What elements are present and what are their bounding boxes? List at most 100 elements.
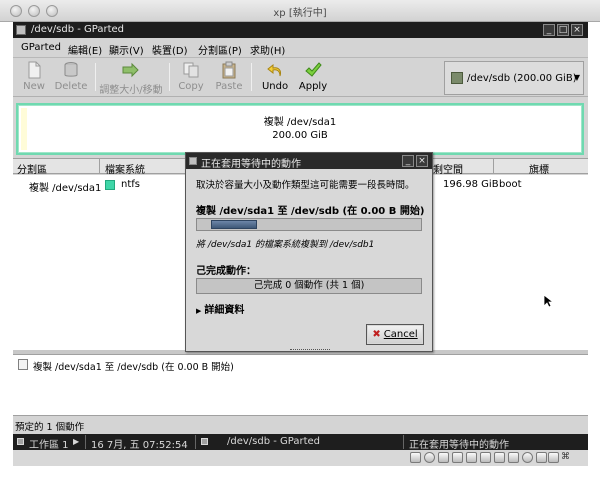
gparted-window-title: /dev/sdb - GParted <box>31 24 125 35</box>
paste-icon <box>222 61 236 79</box>
partition-graphic[interactable]: 複製 /dev/sda1 200.00 GiB <box>16 103 584 155</box>
new-button[interactable]: New <box>19 61 49 92</box>
paste-button[interactable]: Paste <box>213 61 245 92</box>
copy-icon <box>183 62 199 78</box>
undo-label: Undo <box>261 81 289 92</box>
display-icon[interactable] <box>494 452 505 463</box>
column-partition[interactable]: 分割區 <box>17 161 47 176</box>
operation-progress-bar <box>196 218 422 231</box>
menu-partition[interactable]: 分割區(P) <box>198 42 242 57</box>
menu-edit[interactable]: 編輯(E) <box>68 42 102 57</box>
video-capture-icon[interactable] <box>508 452 519 463</box>
harddisk-status-icon[interactable] <box>410 452 421 463</box>
dialog-title: 正在套用等待中的動作 <box>201 159 301 170</box>
maximize-icon[interactable]: □ <box>557 24 569 36</box>
details-label: 詳細資料 <box>204 305 245 316</box>
dialog-description: 取決於容量大小及動作類型這可能需要一段長時間。 <box>196 180 415 191</box>
minimize-icon[interactable]: _ <box>543 24 555 36</box>
unused-space: 196.98 GiB <box>443 179 499 190</box>
cpu-icon[interactable] <box>522 452 533 463</box>
cancel-label: Cancel <box>383 329 418 340</box>
keyboard-capture-icon[interactable] <box>548 452 559 463</box>
resize-move-label: 調整大小/移動 <box>99 85 163 96</box>
toolbar-separator <box>169 63 170 91</box>
progress-fill <box>211 220 257 229</box>
toolbar: New Delete 調整大小/移動 Copy Paste Undo Apply <box>13 59 588 97</box>
current-operation: 複製 /dev/sda1 至 /dev/sdb (在 0.00 B 開始) <box>196 206 425 217</box>
filesystem-color-swatch <box>105 180 115 190</box>
resize-move-icon <box>122 62 139 78</box>
host-window-titlebar: xp [執行中] <box>0 0 600 22</box>
menu-icon[interactable] <box>17 438 24 445</box>
copy-label: Copy <box>178 81 204 92</box>
list-item[interactable]: 複製 /dev/sda1 至 /dev/sdb (在 0.00 B 開始) <box>13 355 588 373</box>
new-document-icon <box>28 61 41 79</box>
dialog-minimize-icon[interactable]: _ <box>402 155 414 167</box>
sub-operation-text: 將 /dev/sda1 的檔案系統複製到 /dev/sdb1 <box>196 240 375 250</box>
status-bar: 預定的 1 個動作 <box>13 418 588 433</box>
partition-graphic-size: 200.00 GiB <box>272 130 328 141</box>
column-flags[interactable]: 旗標 <box>529 161 549 176</box>
apply-label: Apply <box>298 81 328 92</box>
apply-operations-dialog: 正在套用等待中的動作 _ × 取決於容量大小及動作類型這可能需要一段長時間。 複… <box>185 152 433 352</box>
checkmark-icon <box>305 62 322 77</box>
partition-flags: boot <box>499 179 522 190</box>
taskbar-item-dialog[interactable]: 正在套用等待中的動作 <box>409 436 509 451</box>
undo-icon <box>267 63 281 77</box>
delete-label: Delete <box>54 81 88 92</box>
network-icon-2[interactable] <box>466 452 477 463</box>
mouse-pointer-icon <box>543 294 553 308</box>
device-selector[interactable]: /dev/sdb (200.00 GiB) ▼ <box>444 61 584 95</box>
network-icon[interactable] <box>452 452 463 463</box>
taskbar-separator <box>85 435 86 449</box>
undo-button[interactable]: Undo <box>259 61 291 92</box>
completed-label: 己完成動作： <box>196 266 256 277</box>
new-label: New <box>23 81 45 92</box>
apply-button[interactable]: Apply <box>297 61 329 92</box>
operations-list: 複製 /dev/sda1 至 /dev/sdb (在 0.00 B 開始) <box>13 354 588 416</box>
status-text: 預定的 1 個動作 <box>15 422 85 433</box>
menu-gparted[interactable]: GParted <box>21 42 61 53</box>
completed-status: 己完成 0 個動作 (共 1 個) <box>253 280 365 291</box>
host-key-indicator: ⌘ <box>561 452 570 462</box>
delete-icon <box>64 62 78 77</box>
delete-button[interactable]: Delete <box>53 61 89 92</box>
menu-view[interactable]: 顯示(V) <box>109 42 144 57</box>
menu-help[interactable]: 求助(H) <box>250 42 285 57</box>
harddisk-icon <box>451 72 463 84</box>
completed-progress-bar: 己完成 0 個動作 (共 1 個) <box>196 278 422 294</box>
taskbar-clock: 16 7月, 五 07:52:54 <box>91 440 188 451</box>
cancel-icon: ✖ <box>372 329 381 340</box>
usb-icon[interactable] <box>438 452 449 463</box>
taskbar-item-gparted[interactable]: /dev/sdb - GParted <box>227 436 320 447</box>
paste-label: Paste <box>215 81 243 92</box>
dialog-resize-grip[interactable] <box>290 349 330 352</box>
details-expander[interactable]: ▶ 詳細資料 <box>196 301 244 316</box>
menu-bar: GParted 編輯(E) 顯示(V) 裝置(D) 分割區(P) 求助(H) <box>13 39 588 58</box>
copy-operation-icon <box>18 359 28 370</box>
column-filesystem[interactable]: 檔案系統 <box>105 161 145 176</box>
partition-name: 複製 /dev/sda1 <box>29 183 102 194</box>
copy-button[interactable]: Copy <box>175 61 207 92</box>
resize-move-button[interactable]: 調整大小/移動 <box>99 61 163 96</box>
gparted-app-icon <box>16 25 26 35</box>
toolbar-separator <box>251 63 252 91</box>
device-selector-value: /dev/sdb (200.00 GiB) <box>467 73 577 84</box>
dialog-menu-icon[interactable] <box>189 157 197 165</box>
vm-display: /dev/sdb - GParted _ □ × GParted 編輯(E) 顯… <box>13 22 588 466</box>
dialog-titlebar: 正在套用等待中的動作 _ × <box>186 153 432 170</box>
shared-folder-icon[interactable] <box>480 452 491 463</box>
taskbar-separator <box>403 435 404 449</box>
mouse-integration-icon[interactable] <box>536 452 547 463</box>
column-unused[interactable]: 剩空間 <box>433 161 463 176</box>
menu-device[interactable]: 裝置(D) <box>152 42 188 57</box>
optical-drive-icon[interactable] <box>424 452 435 463</box>
operation-text: 複製 /dev/sda1 至 /dev/sdb (在 0.00 B 開始) <box>33 362 234 373</box>
dialog-close-icon[interactable]: × <box>416 155 428 167</box>
gparted-task-icon <box>201 438 208 445</box>
cancel-button[interactable]: ✖ Cancel <box>366 324 424 345</box>
close-icon[interactable]: × <box>571 24 583 36</box>
expander-arrow-icon: ▶ <box>196 307 202 315</box>
workspace-switcher[interactable]: 工作區 1 <box>29 436 69 451</box>
workspace-arrow-icon[interactable]: ▶ <box>73 437 79 446</box>
